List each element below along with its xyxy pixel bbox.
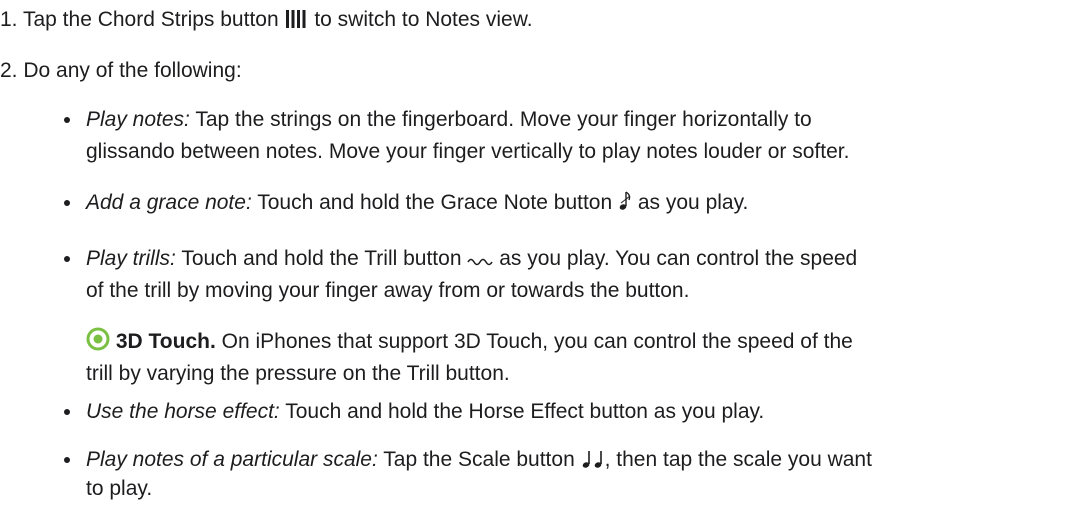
bullet-text: glissando between notes. Move your finge… [86,140,850,163]
bullet-term: Play notes: [86,108,190,131]
3d-touch-note-line-2: trill by varying the pressure on the Tri… [86,358,510,390]
bullet-text-after: as you play. [637,191,749,214]
step-1-number: 1. [0,8,18,31]
3d-touch-label: 3D Touch. [115,330,216,353]
bullet-play-notes-line-2: glissando between notes. Move your finge… [86,136,849,168]
bullet-grace-note: Add a grace note: Touch and hold the Gra… [86,187,748,222]
step-2-number: 2. [0,59,18,82]
bullet-dot [64,256,70,262]
bullet-trills-line-2: of the trill by moving your finger away … [86,275,689,307]
3d-touch-note-line-1: 3D Touch. On iPhones that support 3D Tou… [86,326,853,361]
document: 1. Tap the Chord Strips button to switch… [0,0,1084,505]
3d-touch-text: trill by varying the pressure on the Tri… [86,362,510,385]
step-2-text: Do any of the following: [23,59,242,82]
trill-icon [467,246,494,278]
step-1-text-before: Tap the Chord Strips button [22,8,279,31]
bullet-text-before: Tap the Scale button [377,448,575,471]
bullet-dot [64,457,70,463]
bullet-text: Touch and hold the Horse Effect button a… [279,400,765,423]
bullet-text: of the trill by moving your finger away … [86,279,690,302]
3d-touch-text: On iPhones that support 3D Touch, you ca… [215,330,853,353]
bullet-text: to play. [86,477,153,500]
bullet-dot [64,409,70,415]
bullet-text-before: Touch and hold the Trill button [175,247,462,270]
bullet-play-notes-line-1: Play notes: Tap the strings on the finge… [86,104,812,136]
bullet-term: Play trills: [86,247,176,270]
step-1: 1. Tap the Chord Strips button to switch… [0,4,533,39]
bullet-scale-line-1: Play notes of a particular scale: Tap th… [86,444,872,479]
bullet-term: Play notes of a particular scale: [86,448,378,471]
bullet-horse-effect: Use the horse effect: Touch and hold the… [86,396,764,428]
scale-icon [581,447,605,479]
step-2: 2. Do any of the following: [0,55,242,87]
3d-touch-icon [86,327,110,361]
bullet-text-after: as you play. You can control the speed [499,247,858,270]
bullet-dot [64,200,70,206]
bullet-term: Add a grace note: [86,191,252,214]
chord-strips-icon [284,7,308,39]
bullet-text-before: Touch and hold the Grace Note button [251,191,613,214]
bullet-text-after: , then tap the scale you want [604,448,872,471]
step-1-text-after: to switch to Notes view. [314,8,533,31]
bullet-trills-line-1: Play trills: Touch and hold the Trill bu… [86,243,857,278]
bullet-scale-line-2: to play. [86,473,152,505]
bullet-term: Use the horse effect: [86,400,280,423]
grace-note-icon [618,190,632,222]
bullet-dot [64,117,70,123]
bullet-text: Tap the strings on the fingerboard. Move… [189,108,812,131]
